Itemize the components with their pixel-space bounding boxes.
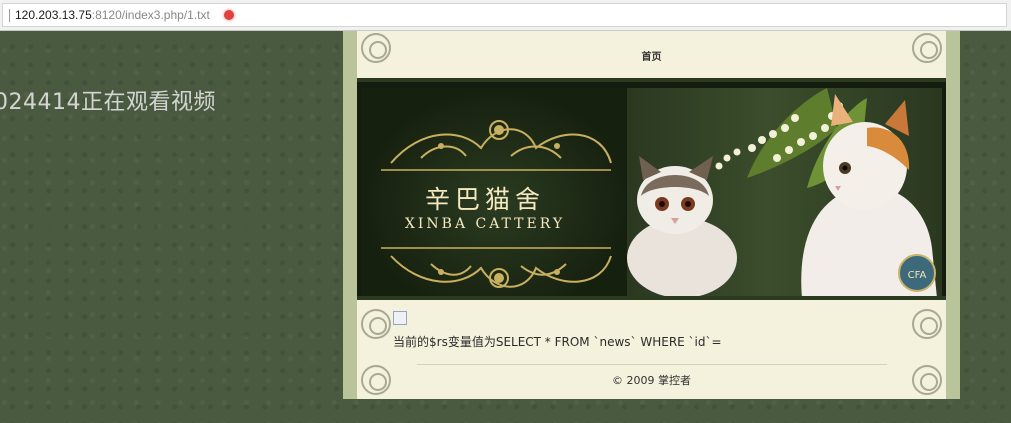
watermark-text: 024414正在观看视频 <box>0 90 216 115</box>
footer-divider <box>417 364 887 365</box>
corner-ornament-mid-right <box>912 309 942 339</box>
banner-title-chinese: 辛巴猫舍 <box>424 185 545 214</box>
cats-illustration: CFA <box>627 88 937 296</box>
cattery-banner: 辛巴猫舍 XINBA CATTERY CFA <box>357 78 946 300</box>
corner-ornament-mid-left <box>361 309 391 339</box>
cfa-badge-icon: CFA <box>898 254 936 292</box>
broken-image-icon <box>393 311 407 325</box>
tabby-cat-icon <box>627 156 737 296</box>
url-text: 120.203.13.75:8120/index3.php/1.txt <box>15 8 210 22</box>
cfa-badge-label: CFA <box>908 270 927 281</box>
copyright-text: © 2009 掌控者 <box>612 374 691 387</box>
mouse-cursor-indicator <box>224 10 234 20</box>
url-path: :8120/index3.php/1.txt <box>91 8 210 22</box>
banner-cats-photo: CFA <box>627 88 942 296</box>
page-content: 首页 辛巴猫舍 XINBA CATTERY CFA 当前的$rs变量值为SELE… <box>357 31 946 399</box>
banner-title-english: XINBA CATTERY <box>404 216 566 232</box>
banner-logo-panel: 辛巴猫舍 XINBA CATTERY <box>361 88 631 296</box>
nav-link-home[interactable]: 首页 <box>357 48 946 63</box>
sql-query-output: 当前的$rs变量值为SELECT * FROM `news` WHERE `id… <box>393 335 722 349</box>
corner-ornament-bottom-right <box>912 365 942 395</box>
page-frame: 首页 辛巴猫舍 XINBA CATTERY CFA 当前的$rs变量值为SELE… <box>343 31 960 399</box>
corner-ornament-bottom-left <box>361 365 391 395</box>
browser-address-bar: 120.203.13.75:8120/index3.php/1.txt <box>0 0 1011 31</box>
url-host: 120.203.13.75 <box>15 8 92 22</box>
url-input[interactable]: 120.203.13.75:8120/index3.php/1.txt <box>2 3 1007 27</box>
text-caret <box>9 9 10 22</box>
